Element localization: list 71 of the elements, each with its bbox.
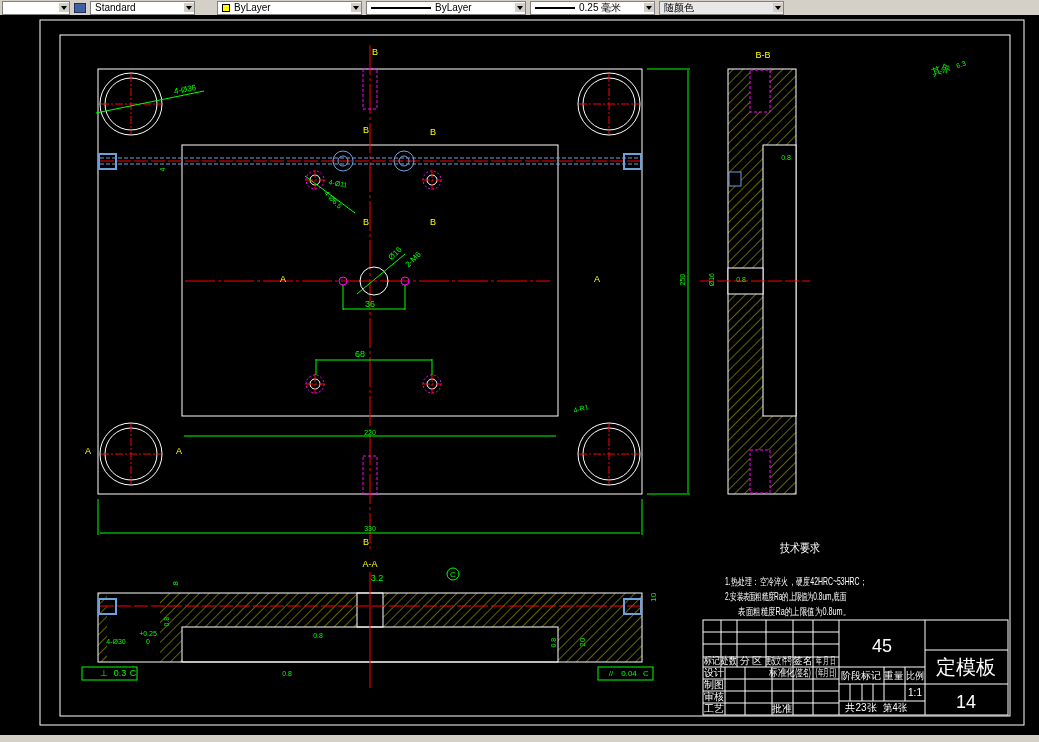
caret-icon — [515, 3, 525, 12]
dimension-label: 4-Ø36 — [173, 83, 197, 96]
title-block-text: 共23张 — [845, 702, 877, 713]
requirements-title: 技术要求 — [780, 541, 820, 555]
caret-icon — [773, 3, 783, 12]
section-label: B — [363, 217, 369, 227]
toolbar-dropdown[interactable]: 0.25 毫米 — [530, 0, 655, 15]
toolbar-dropdown[interactable]: 随颜色 — [659, 0, 784, 15]
title-block-text: 比例 — [905, 669, 925, 682]
title-block-text: (签名) — [795, 667, 811, 679]
toolbar-dropdown[interactable]: ByLayer — [217, 0, 362, 15]
title-block-text: 设计 — [704, 667, 724, 678]
title-block-text: (年月日) — [815, 667, 837, 679]
section-label: B — [430, 127, 436, 137]
title-block-text: 年 月 日 — [815, 655, 837, 667]
text-style-icon — [74, 2, 86, 13]
section-label: A — [176, 446, 182, 456]
section-label: A — [594, 274, 600, 284]
title-block-text: 制图 — [704, 679, 724, 690]
dimension-label: 36 — [365, 299, 375, 309]
requirement-text: 2.安装表面粗糙度Ra的上限值为0.8um,底面 — [725, 590, 846, 603]
dimension-label: 3.2 — [370, 573, 384, 583]
dimension-label: 8 — [170, 581, 180, 586]
title-block-text: 批准 — [772, 703, 792, 714]
section-label: A — [280, 274, 286, 284]
requirement-text: 1.热处理：空冷淬火，硬度42HRC~53HRC； — [725, 575, 867, 588]
caret-icon — [351, 3, 361, 12]
title-block-text: 标准化 — [769, 667, 795, 679]
title-block-text: 审核 — [704, 691, 724, 702]
line-sample-icon — [535, 6, 575, 9]
section-label: A — [85, 446, 91, 456]
section-label: B — [430, 217, 436, 227]
dimension-label: // — [608, 669, 614, 678]
material-text: 45 — [872, 636, 892, 656]
title-block-text: 处数 — [721, 654, 737, 667]
dimension-label: C — [643, 669, 649, 678]
caret-icon — [644, 3, 654, 12]
title-block-text: 标记 — [704, 655, 720, 667]
dimension-label: 10 — [648, 592, 658, 602]
toolbar-dropdown[interactable]: ByLayer — [366, 0, 526, 15]
dimension-label: 68 — [355, 349, 365, 359]
title-block-text: 阶段标记 — [841, 670, 881, 681]
dimension-label: 其余 — [929, 60, 953, 79]
title-block-text: 更改文件号 — [765, 655, 793, 667]
section-label: B — [363, 537, 369, 547]
dimension-label: ⊥ — [100, 668, 108, 678]
dimension-label: C — [129, 668, 137, 678]
title-block-text: 签名 — [793, 654, 813, 667]
toolbar-dropdown[interactable]: Standard — [90, 0, 195, 15]
color-swatch-icon — [222, 3, 230, 12]
caret-icon — [59, 3, 69, 12]
section-label: A-A — [362, 559, 378, 569]
title-block-text: 第4张 — [882, 701, 908, 714]
section-label: B — [372, 47, 378, 57]
title-block-text: 分 区 — [739, 655, 763, 666]
dimension-label: Ø16 — [386, 244, 404, 262]
requirement-text: 表面粗糙度Ra的上限值为0.8um。 — [738, 605, 851, 618]
toolbar-dropdown[interactable] — [2, 0, 70, 15]
section-label: B — [363, 125, 369, 135]
dimension-label: 0.3 — [113, 668, 127, 678]
part-name-text: 定模板 — [936, 656, 996, 678]
title-block-text: 工艺 — [704, 703, 724, 714]
dimension-label: C — [450, 570, 456, 579]
title-block-text: 重量 — [884, 669, 904, 682]
title-block-text: 1:1 — [908, 687, 922, 698]
line-sample-icon — [371, 6, 431, 9]
drawing-number-text: 14 — [956, 692, 976, 712]
caret-icon — [184, 3, 194, 12]
section-label: B-B — [755, 50, 771, 60]
dimension-label: 0.04 — [621, 669, 637, 678]
dimension-label: 20 — [577, 637, 587, 647]
